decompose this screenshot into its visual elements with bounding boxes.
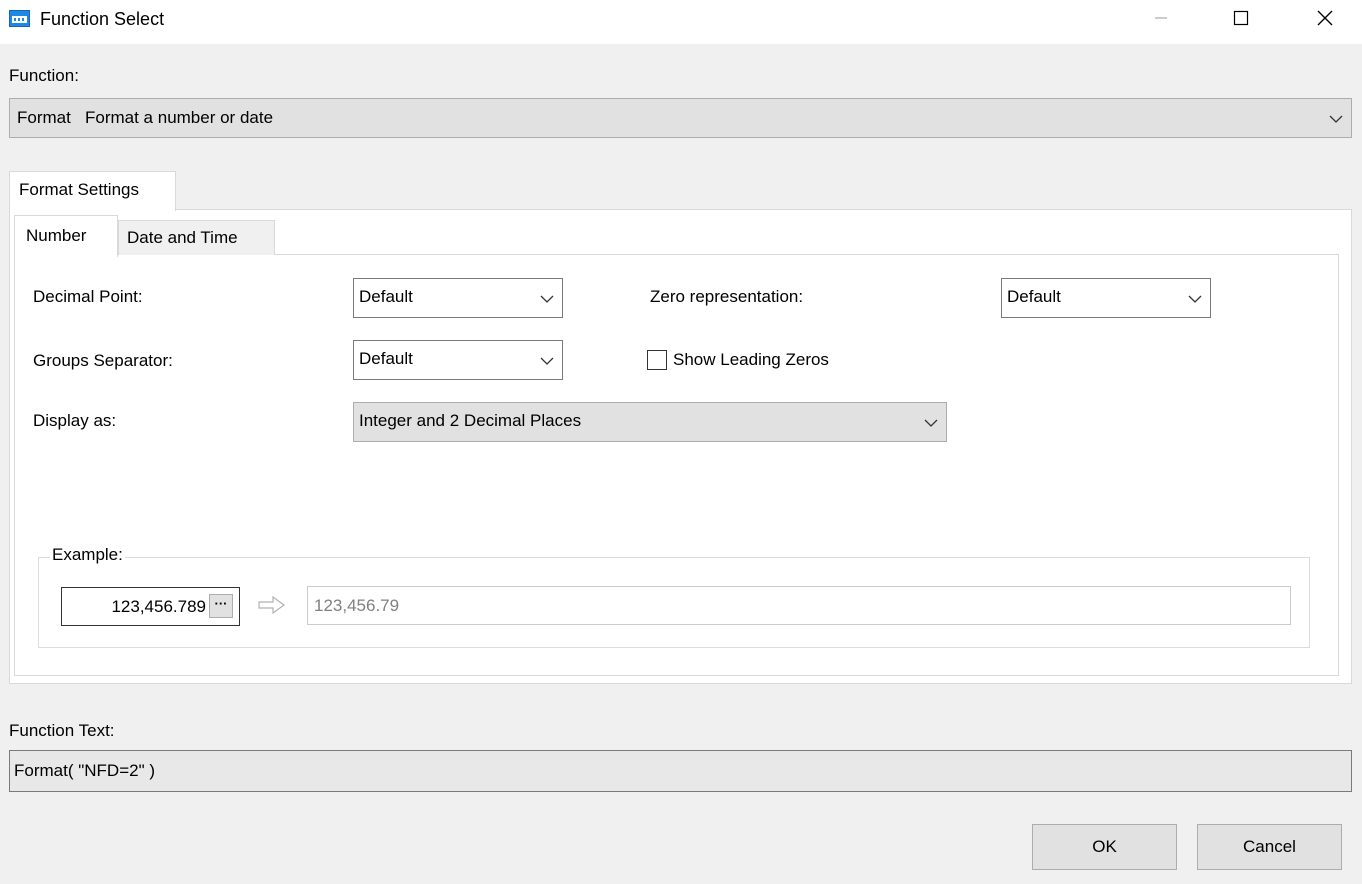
close-icon [1317, 10, 1333, 26]
function-text-value: Format( "NFD=2" ) [14, 761, 155, 780]
chevron-down-icon [540, 295, 554, 303]
chevron-down-icon [540, 357, 554, 365]
zero-representation-dropdown[interactable]: Default [1001, 278, 1211, 318]
chevron-down-icon [1188, 295, 1202, 303]
ellipsis-button[interactable]: ··· [209, 594, 233, 618]
minimize-icon [1155, 17, 1167, 19]
show-leading-zeros-label[interactable]: Show Leading Zeros [673, 350, 829, 370]
groups-separator-label: Groups Separator: [33, 351, 173, 370]
example-input[interactable]: 123,456.789 ··· [61, 587, 240, 626]
decimal-point-label: Decimal Point: [33, 287, 143, 306]
show-leading-zeros-checkbox[interactable] [647, 350, 667, 370]
example-legend: Example: [50, 545, 125, 565]
tab-number-label: Number [26, 226, 87, 245]
title-bar: Function Select [0, 0, 1362, 44]
decimal-point-value: Default [359, 287, 413, 306]
tab-number[interactable]: Number [14, 215, 118, 257]
window-title: Function Select [40, 9, 165, 29]
groups-separator-value: Default [359, 349, 413, 368]
function-text-label: Function Text: [9, 721, 115, 740]
tab-date-and-time[interactable]: Date and Time [118, 220, 275, 255]
minimize-button[interactable] [1138, 0, 1184, 36]
dialog-app-icon [9, 10, 30, 27]
arrow-right-icon [258, 595, 286, 615]
function-label: Function: [9, 66, 79, 85]
tab-date-and-time-label: Date and Time [127, 228, 238, 247]
tab-format-settings[interactable]: Format Settings [9, 171, 176, 211]
function-dropdown[interactable]: Format Format a number or date [9, 98, 1352, 138]
tab-format-settings-label: Format Settings [19, 180, 139, 199]
example-output-value: 123,456.79 [314, 596, 400, 615]
chevron-down-icon [1329, 115, 1343, 123]
close-button[interactable] [1302, 0, 1348, 36]
display-as-label: Display as: [33, 411, 117, 430]
chevron-down-icon [924, 419, 938, 427]
maximize-icon [1233, 10, 1249, 26]
function-name: Format [17, 108, 71, 127]
example-output: 123,456.79 [307, 586, 1291, 625]
groups-separator-dropdown[interactable]: Default [353, 340, 563, 380]
example-input-value: 123,456.789 [111, 597, 206, 616]
display-as-value: Integer and 2 Decimal Places [359, 411, 582, 430]
display-as-dropdown[interactable]: Integer and 2 Decimal Places [353, 402, 947, 442]
decimal-point-dropdown[interactable]: Default [353, 278, 563, 318]
function-text-field[interactable]: Format( "NFD=2" ) [9, 750, 1352, 792]
function-description: Format a number or date [85, 108, 274, 127]
maximize-button[interactable] [1218, 0, 1264, 36]
zero-representation-value: Default [1007, 287, 1061, 306]
zero-representation-label: Zero representation: [650, 287, 804, 306]
ok-button[interactable]: OK [1032, 824, 1177, 870]
cancel-button[interactable]: Cancel [1197, 824, 1342, 870]
